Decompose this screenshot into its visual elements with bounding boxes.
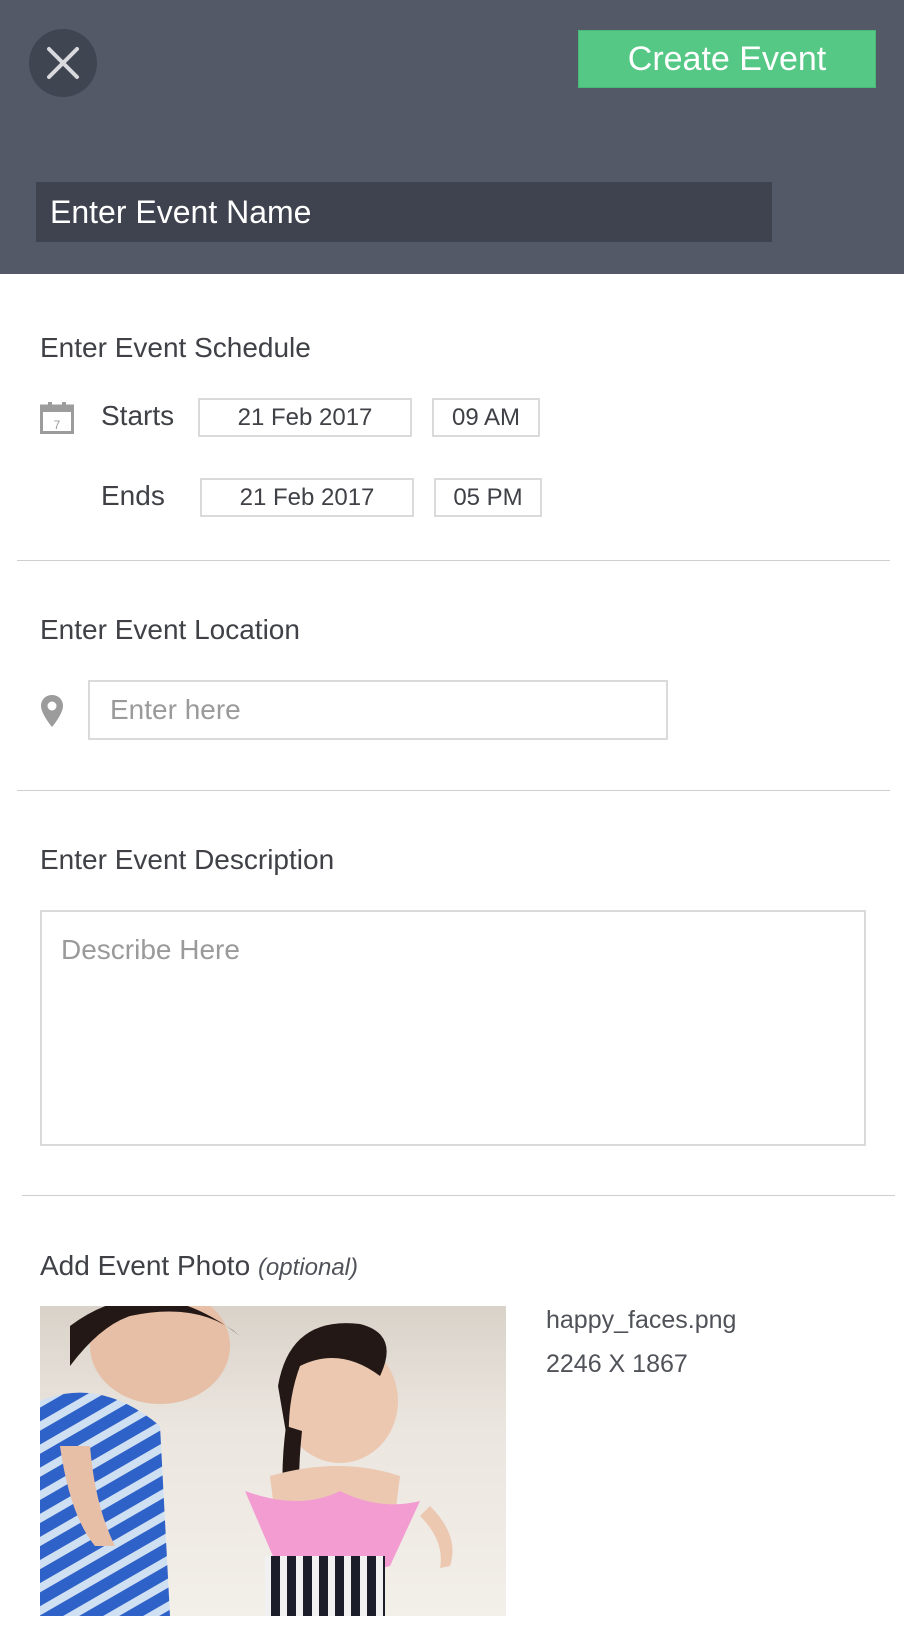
end-date-field[interactable]: 21 Feb 2017 — [200, 478, 414, 517]
header: Create Event — [0, 0, 904, 274]
description-textarea[interactable] — [40, 910, 866, 1146]
start-date-field[interactable]: 21 Feb 2017 — [198, 398, 412, 437]
end-time-field[interactable]: 05 PM — [434, 478, 542, 517]
photo-title-text: Add Event Photo — [40, 1250, 251, 1281]
event-name-input[interactable] — [36, 182, 772, 242]
photo-dimensions: 2246 X 1867 — [546, 1350, 688, 1378]
map-pin-icon — [41, 695, 63, 727]
ends-label: Ends — [101, 480, 165, 511]
event-photo-image — [40, 1306, 506, 1616]
divider — [17, 790, 890, 791]
photo-file-name: happy_faces.png — [546, 1306, 737, 1334]
calendar-icon: 7 — [40, 402, 74, 434]
divider — [22, 1195, 895, 1196]
calendar-day: 7 — [54, 418, 61, 432]
schedule-title: Enter Event Schedule — [40, 332, 311, 363]
start-time-field[interactable]: 09 AM — [432, 398, 540, 437]
close-button[interactable] — [29, 29, 97, 97]
location-input[interactable] — [88, 680, 668, 740]
event-photo[interactable] — [40, 1306, 506, 1616]
starts-label: Starts — [101, 400, 175, 431]
create-event-button[interactable]: Create Event — [578, 30, 876, 88]
divider — [17, 560, 890, 561]
photo-title: Add Event Photo (optional) — [40, 1250, 358, 1282]
description-title: Enter Event Description — [40, 844, 335, 875]
close-icon — [47, 47, 79, 79]
optional-label: (optional) — [257, 1254, 358, 1281]
location-title: Enter Event Location — [40, 614, 300, 645]
